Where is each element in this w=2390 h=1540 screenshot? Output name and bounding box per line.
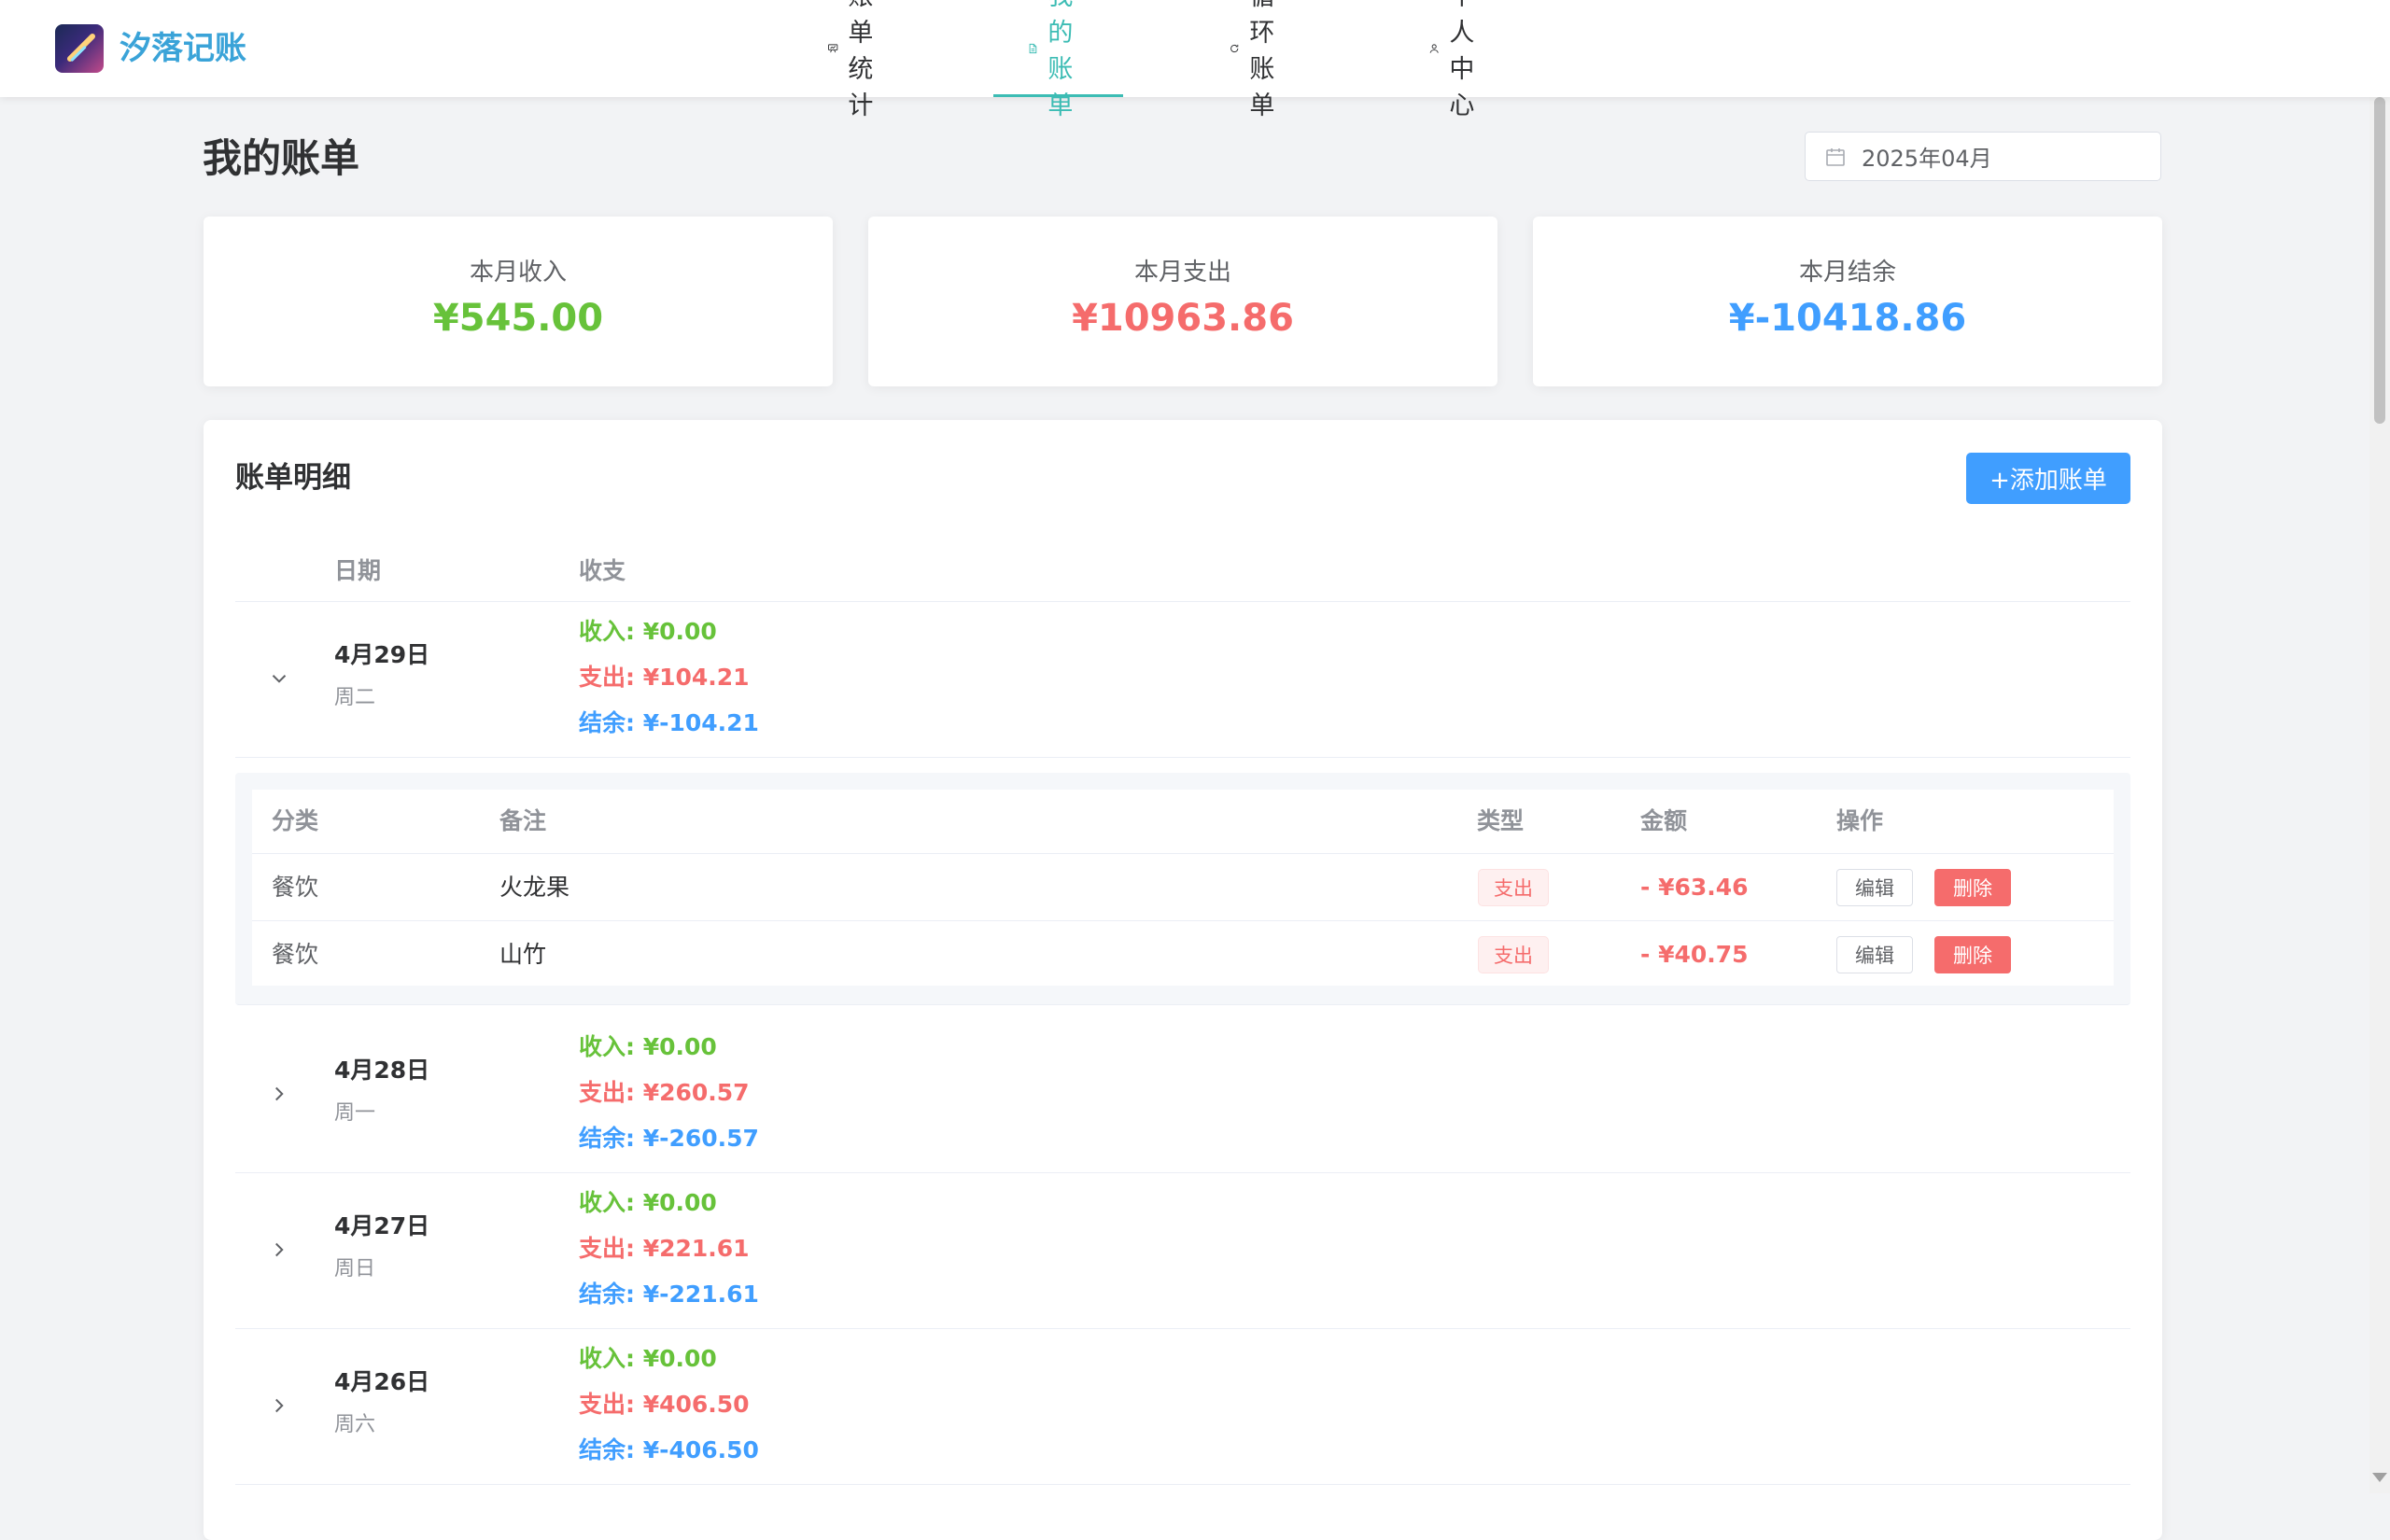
entry-note: 山竹 — [499, 941, 547, 968]
panel-title: 账单明细 — [235, 461, 351, 495]
type-tag: 支出 — [1478, 936, 1549, 973]
column-header-date: 日期 — [334, 557, 382, 584]
entry-category: 餐饮 — [272, 941, 319, 968]
entry-note: 火龙果 — [499, 874, 570, 901]
edit-button[interactable]: 编辑 — [1836, 869, 1913, 906]
nav-item-label: 个人中心 — [1449, 0, 1475, 120]
column-header-flow: 收支 — [579, 557, 626, 584]
income-value: ¥545.00 — [432, 297, 604, 340]
nav-item-my-bills[interactable]: 我的账单 — [993, 0, 1123, 120]
day-weekday: 周六 — [334, 1413, 376, 1436]
day-income: 收入: ¥0.00 — [579, 1033, 717, 1060]
entry-row: 餐饮 山竹 支出 - ¥40.75 编辑 删除 — [252, 920, 2114, 988]
delete-button[interactable]: 删除 — [1934, 936, 2011, 973]
bill-detail-panel: 账单明细 +添加账单 日期 收支 4月29日 周二 收入: ¥0.00 支出: … — [204, 420, 2162, 1540]
page-scrollbar[interactable] — [2369, 97, 2390, 1493]
entry-amount: - ¥40.75 — [1640, 941, 1749, 968]
balance-value: ¥-10418.86 — [1728, 297, 1967, 340]
day-expense: 支出: ¥104.21 — [579, 664, 750, 691]
entries-table: 分类 备注 类型 金额 操作 餐饮 火龙果 支出 - ¥63.46 编辑 删除 … — [252, 790, 2114, 986]
day-row[interactable]: 4月28日 周一 收入: ¥0.00 支出: ¥260.57 结余: ¥-260… — [235, 1017, 2130, 1173]
column-header-amount: 金额 — [1640, 807, 1688, 834]
balance-card: 本月结余 ¥-10418.86 — [1533, 217, 2162, 386]
column-header-actions: 操作 — [1836, 807, 1884, 834]
expense-label: 本月支出 — [1133, 259, 1231, 287]
column-header-category: 分类 — [272, 807, 319, 834]
month-picker[interactable] — [1805, 132, 2161, 181]
day-entries-expanded: 分类 备注 类型 金额 操作 餐饮 火龙果 支出 - ¥63.46 编辑 删除 … — [235, 773, 2130, 1005]
nav-item-label: 循环账单 — [1249, 0, 1275, 120]
entry-category: 餐饮 — [272, 874, 319, 901]
document-icon — [1029, 43, 1037, 54]
chevron-right-icon[interactable] — [267, 1082, 291, 1106]
type-tag: 支出 — [1478, 869, 1549, 906]
nav-item-bill-stats[interactable]: 账单统计 — [827, 0, 890, 120]
day-date: 4月29日 — [334, 641, 430, 668]
scroll-down-arrow-icon[interactable] — [2372, 1473, 2387, 1482]
income-card: 本月收入 ¥545.00 — [204, 217, 833, 386]
expense-value: ¥10963.86 — [1072, 297, 1294, 340]
entry-row: 餐饮 火龙果 支出 - ¥63.46 编辑 删除 — [252, 853, 2114, 921]
expense-card: 本月支出 ¥10963.86 — [868, 217, 1497, 386]
column-header-type: 类型 — [1477, 807, 1525, 834]
day-weekday: 周日 — [334, 1257, 376, 1281]
day-balance: 结余: ¥-221.61 — [579, 1281, 759, 1308]
day-date: 4月28日 — [334, 1057, 430, 1084]
delete-button[interactable]: 删除 — [1934, 869, 2011, 906]
chevron-down-icon[interactable] — [267, 666, 291, 691]
chevron-right-icon[interactable] — [267, 1238, 291, 1262]
day-income: 收入: ¥0.00 — [579, 1189, 717, 1216]
chevron-right-icon[interactable] — [267, 1393, 291, 1418]
day-expense: 支出: ¥260.57 — [579, 1079, 750, 1106]
day-expense: 支出: ¥221.61 — [579, 1235, 750, 1262]
day-balance: 结余: ¥-406.50 — [579, 1436, 759, 1463]
day-date: 4月26日 — [334, 1368, 430, 1395]
month-input[interactable] — [1860, 142, 2144, 171]
user-icon — [1429, 44, 1439, 53]
scrollbar-thumb[interactable] — [2374, 97, 2385, 424]
entry-amount: - ¥63.46 — [1640, 874, 1749, 901]
balance-label: 本月结余 — [1798, 259, 1896, 287]
top-navbar: 汐落记账 账单统计 我的账单 循环账单 个人中心 — [0, 0, 2390, 120]
day-row[interactable]: 4月29日 周二 收入: ¥0.00 支出: ¥104.21 结余: ¥-104… — [235, 602, 2130, 758]
day-date: 4月27日 — [334, 1212, 430, 1239]
add-bill-button[interactable]: +添加账单 — [1966, 453, 2130, 504]
day-balance: 结余: ¥-260.57 — [579, 1125, 759, 1152]
day-balance: 结余: ¥-104.21 — [579, 709, 759, 736]
day-income: 收入: ¥0.00 — [579, 1345, 717, 1372]
app-logo[interactable] — [55, 24, 104, 73]
day-expense: 支出: ¥406.50 — [579, 1391, 750, 1418]
day-row[interactable]: 4月27日 周日 收入: ¥0.00 支出: ¥221.61 结余: ¥-221… — [235, 1173, 2130, 1329]
calendar-icon — [1826, 147, 1845, 166]
presentation-chart-icon — [828, 44, 838, 53]
day-weekday: 周二 — [334, 686, 376, 709]
income-label: 本月收入 — [469, 259, 567, 287]
nav-item-label: 我的账单 — [1047, 0, 1074, 120]
column-header-note: 备注 — [499, 807, 547, 834]
brand-name[interactable]: 汐落记账 — [120, 28, 246, 69]
table-header: 日期 收支 — [235, 541, 2130, 602]
day-income: 收入: ¥0.00 — [579, 618, 717, 645]
page-title: 我的账单 — [203, 135, 360, 181]
nav-item-profile[interactable]: 个人中心 — [1428, 0, 1491, 120]
nav-item-recurring-bills[interactable]: 循环账单 — [1229, 0, 1291, 120]
edit-button[interactable]: 编辑 — [1836, 936, 1913, 973]
day-weekday: 周一 — [334, 1101, 376, 1125]
nav-item-label: 账单统计 — [848, 0, 874, 120]
refresh-icon — [1230, 44, 1239, 53]
day-row[interactable]: 4月26日 周六 收入: ¥0.00 支出: ¥406.50 结余: ¥-406… — [235, 1329, 2130, 1485]
